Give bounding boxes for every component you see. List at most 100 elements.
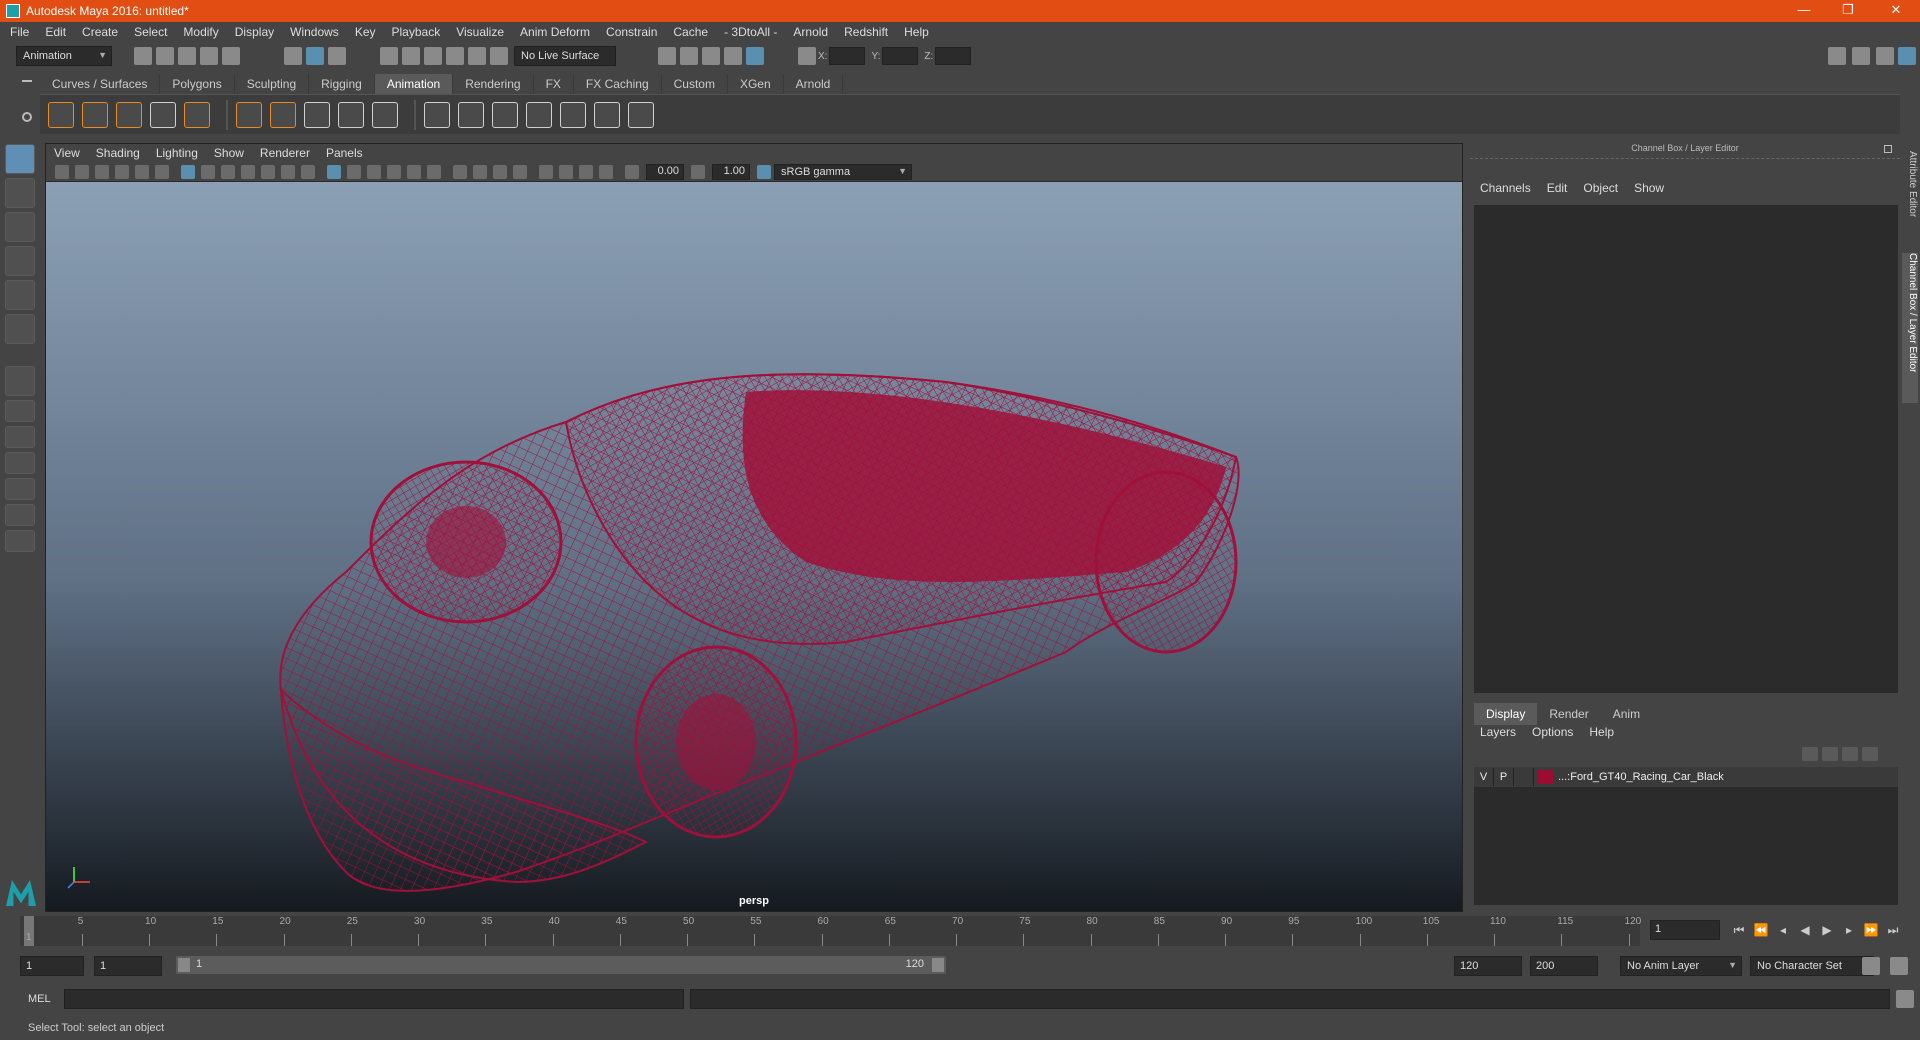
tab-channel-box-layer-editor[interactable]: Channel Box / Layer Editor: [1902, 253, 1918, 403]
motion-blur-icon[interactable]: [473, 164, 487, 179]
channel-object-menu[interactable]: Object: [1583, 181, 1618, 203]
menu-key[interactable]: Key: [355, 25, 376, 39]
animation-start-input[interactable]: 1: [20, 956, 84, 976]
tab-curves-surfaces[interactable]: Curves / Surfaces: [40, 74, 161, 94]
perspective-viewport[interactable]: View Shading Lighting Show Renderer Pane…: [45, 143, 1463, 912]
maximize-button[interactable]: ❐: [1826, 0, 1870, 22]
scale-constraint-icon[interactable]: [526, 101, 552, 128]
persp-graph-layout-icon[interactable]: [5, 452, 35, 474]
menu-select[interactable]: Select: [134, 25, 167, 39]
play-forwards-icon[interactable]: ▶: [1818, 921, 1836, 939]
layer-color-swatch[interactable]: [1538, 770, 1554, 784]
rotate-tool-icon[interactable]: [5, 280, 35, 310]
minimize-button[interactable]: —: [1782, 0, 1826, 22]
image-plane-icon[interactable]: [115, 164, 129, 179]
step-forward-key-icon[interactable]: ▸: [1840, 921, 1858, 939]
point-constraint-icon[interactable]: [458, 101, 484, 128]
menu-arnold[interactable]: Arnold: [793, 25, 828, 39]
layer-help-menu[interactable]: Help: [1589, 725, 1614, 739]
shelf-menu-icon[interactable]: [22, 80, 32, 82]
exposure-icon[interactable]: [625, 164, 639, 179]
playback-start-input[interactable]: 1: [94, 956, 162, 976]
lattice-icon[interactable]: [372, 101, 398, 128]
channel-show-menu[interactable]: Show: [1634, 181, 1664, 203]
menu-file[interactable]: File: [10, 25, 29, 39]
menu-set-dropdown[interactable]: Animation ▼: [16, 46, 112, 66]
range-slider[interactable]: 1 120: [176, 956, 946, 974]
gamma-input[interactable]: 1.00: [712, 163, 750, 180]
step-forward-frame-icon[interactable]: ⏩: [1862, 921, 1880, 939]
textured-icon[interactable]: [387, 164, 401, 179]
ipr-render-icon[interactable]: [702, 47, 720, 65]
time-slider[interactable]: 1 5 10 15 20 25 30 35 40 45 50 55 60 65 70 75 80 85 90 95 1…: [20, 916, 1641, 946]
snap-view-icon[interactable]: [446, 47, 464, 65]
tab-polygons[interactable]: Polygons: [160, 74, 235, 94]
live-surface-field[interactable]: No Live Surface: [514, 46, 616, 66]
menu-anim-deform[interactable]: Anim Deform: [520, 25, 590, 39]
transform-mode-icon[interactable]: [798, 47, 816, 65]
single-perspective-layout-icon[interactable]: [5, 366, 35, 396]
menu-constrain[interactable]: Constrain: [606, 25, 657, 39]
scale-tool-icon[interactable]: [5, 314, 35, 344]
tab-rendering[interactable]: Rendering: [453, 74, 534, 94]
grid-icon[interactable]: [181, 164, 195, 179]
hypershade-icon[interactable]: [746, 47, 764, 65]
cluster-icon[interactable]: [338, 101, 364, 128]
motion-trail-icon[interactable]: [82, 101, 108, 128]
playblast-icon[interactable]: [48, 101, 74, 128]
tab-xgen[interactable]: XGen: [728, 74, 784, 94]
step-back-frame-icon[interactable]: ⏪: [1752, 921, 1770, 939]
modeling-toolkit-icon[interactable]: [1828, 47, 1846, 65]
go-to-start-icon[interactable]: ⏮: [1730, 921, 1748, 939]
bookmark-icon[interactable]: [95, 164, 109, 179]
layer-visibility-toggle[interactable]: V: [1474, 768, 1494, 786]
command-input[interactable]: [64, 989, 684, 1009]
four-view-layout-icon[interactable]: [5, 400, 35, 422]
lasso-tool-icon[interactable]: [5, 178, 35, 208]
2d-pan-zoom-icon[interactable]: [135, 164, 149, 179]
viewport-menu-view[interactable]: View: [54, 146, 80, 160]
viewport-menu-renderer[interactable]: Renderer: [260, 146, 310, 160]
menu-modify[interactable]: Modify: [183, 25, 218, 39]
character-set-dropdown[interactable]: No Character Set: [1750, 956, 1874, 976]
unghost-icon[interactable]: [150, 101, 176, 128]
snap-plane-icon[interactable]: [490, 47, 508, 65]
isolate-select-icon[interactable]: [539, 164, 553, 179]
step-back-key-icon[interactable]: ◂: [1774, 921, 1792, 939]
resolution-gate-icon[interactable]: [221, 164, 235, 179]
tab-fx[interactable]: FX: [534, 74, 574, 94]
pole-vector-constraint-icon[interactable]: [594, 101, 620, 128]
ik-handle-icon[interactable]: [270, 101, 296, 128]
menu-windows[interactable]: Windows: [290, 25, 339, 39]
menu-playback[interactable]: Playback: [392, 25, 441, 39]
layer-options-menu[interactable]: Options: [1532, 725, 1573, 739]
depth-of-field-icon[interactable]: [513, 164, 527, 179]
y-input[interactable]: [882, 47, 919, 65]
channel-box-toggle-icon[interactable]: [1898, 47, 1916, 65]
parent-constraint-icon[interactable]: [424, 101, 450, 128]
film-gate-icon[interactable]: [201, 164, 215, 179]
menu-redshift[interactable]: Redshift: [844, 25, 888, 39]
tab-attribute-editor[interactable]: Attribute Editor: [1902, 151, 1918, 251]
paint-select-tool-icon[interactable]: [5, 212, 35, 242]
layers-menu[interactable]: Layers: [1480, 725, 1516, 739]
gamma-icon[interactable]: [691, 164, 705, 179]
viewport-menu-panels[interactable]: Panels: [326, 146, 363, 160]
tool-settings-toggle-icon[interactable]: [1876, 47, 1894, 65]
script-editor-icon[interactable]: [1896, 990, 1914, 1008]
save-scene-icon[interactable]: [178, 47, 196, 65]
screen-space-ao-icon[interactable]: [453, 164, 467, 179]
animation-end-input[interactable]: 200: [1530, 956, 1598, 976]
close-button[interactable]: ✕: [1874, 0, 1918, 22]
undo-icon[interactable]: [200, 47, 218, 65]
menu-3dtoall[interactable]: - 3DtoAll -: [724, 25, 777, 39]
persp-graph-outliner-layout-icon[interactable]: [5, 478, 35, 500]
render-frame-icon[interactable]: [680, 47, 698, 65]
menu-edit[interactable]: Edit: [45, 25, 66, 39]
grease-pencil-icon[interactable]: [155, 164, 169, 179]
anim-layer-dropdown[interactable]: No Anim Layer ▼: [1620, 956, 1742, 976]
use-all-lights-icon[interactable]: [407, 164, 421, 179]
viewport-canvas[interactable]: persp: [46, 182, 1462, 911]
orient-constraint-icon[interactable]: [492, 101, 518, 128]
move-tool-icon[interactable]: [5, 246, 35, 276]
